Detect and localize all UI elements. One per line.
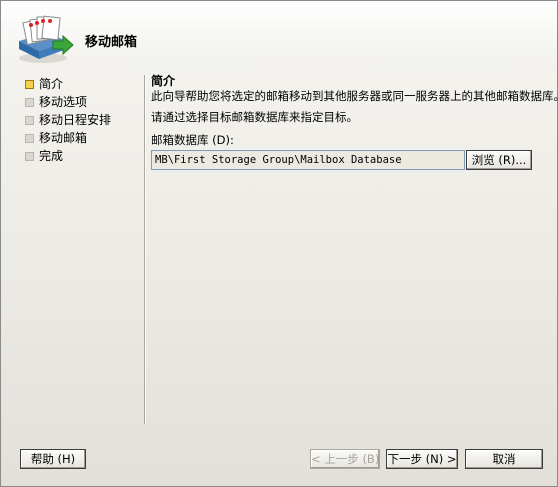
back-button[interactable]: < 上一步 (B) (310, 449, 380, 469)
step-indicator-icon (25, 134, 34, 143)
step-label: 移动日程安排 (39, 113, 112, 127)
step-indicator-icon (25, 116, 34, 125)
wizard-header: 移动邮箱 (1, 1, 557, 67)
intro-description: 此向导帮助您将选定的邮箱移动到其他服务器或同一服务器上的其他邮箱数据库。 (151, 89, 558, 103)
step-indicator-icon (25, 98, 34, 107)
mailbox-database-field[interactable]: MB\First Storage Group\Mailbox Database (151, 150, 465, 170)
step-label: 移动邮箱 (39, 131, 88, 145)
move-mailbox-wizard-dialog: 移动邮箱 简介 移动选项 移动日程安排 移动邮箱 完成 简介 此向导帮助您将选定… (0, 0, 558, 487)
next-button[interactable]: 下一步 (N) > (386, 449, 458, 469)
cancel-button[interactable]: 取消 (465, 449, 543, 469)
mailbox-database-row: MB\First Storage Group\Mailbox Database … (151, 150, 547, 172)
wizard-content: 简介 此向导帮助您将选定的邮箱移动到其他服务器或同一服务器上的其他邮箱数据库。 … (151, 74, 558, 172)
step-label: 简介 (39, 77, 64, 91)
mailbox-database-label: 邮箱数据库 (D): (151, 133, 234, 147)
step-indicator-icon (25, 152, 34, 161)
step-active-indicator-icon (25, 80, 34, 89)
mail-move-wizard-icon (19, 15, 74, 63)
wizard-steps-list: 简介 移动选项 移动日程安排 移动邮箱 完成 (25, 75, 140, 165)
steps-divider (144, 75, 146, 424)
browse-button[interactable]: 浏览 (R)... (466, 150, 532, 170)
step-intro: 简介 (25, 75, 140, 93)
step-completion: 完成 (25, 147, 140, 165)
help-button[interactable]: 帮助 (H) (20, 449, 86, 469)
section-title: 简介 (151, 74, 176, 88)
step-move-options: 移动选项 (25, 93, 140, 111)
step-move-mailbox: 移动邮箱 (25, 129, 140, 147)
step-label: 完成 (39, 149, 64, 163)
target-hint: 请通过选择目标邮箱数据库来指定目标。 (151, 110, 358, 124)
step-move-schedule: 移动日程安排 (25, 111, 140, 129)
step-label: 移动选项 (39, 95, 88, 109)
wizard-title: 移动邮箱 (85, 35, 138, 50)
